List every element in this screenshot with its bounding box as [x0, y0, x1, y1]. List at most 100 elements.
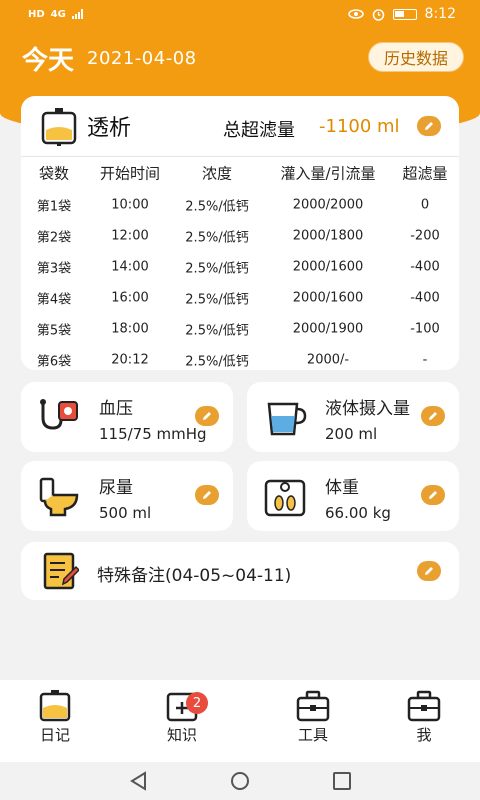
- bag-number: 第3袋: [36, 261, 72, 276]
- hd-indicator: HD: [28, 8, 45, 20]
- clock: 8:12: [424, 6, 456, 22]
- nav-diary-label: 日记: [39, 726, 70, 744]
- bottom-navigation: 日记 2 知识 工具 我: [0, 680, 480, 762]
- back-icon[interactable]: [128, 770, 150, 792]
- fluid-intake-title: 液体摄入量: [325, 399, 410, 419]
- pencil-icon: [429, 412, 437, 420]
- nav-knowledge-label: 知识: [166, 726, 197, 744]
- concentration: 2.5%/低钙: [185, 199, 249, 214]
- urine-edit-button[interactable]: [195, 485, 219, 505]
- history-data-button[interactable]: 历史数据: [368, 42, 464, 72]
- dialysis-table: 袋数 开始时间 浓度 灌入量/引流量 超滤量 第1袋 10:00 2.5%/低钙…: [21, 156, 459, 375]
- table-header-row: 袋数 开始时间 浓度 灌入量/引流量 超滤量: [21, 157, 459, 189]
- bag-number: 第6袋: [36, 354, 72, 369]
- blood-pressure-icon: [40, 399, 78, 430]
- ultrafiltration: -200: [410, 228, 440, 243]
- nav-knowledge[interactable]: 2 知识: [142, 688, 222, 745]
- inflow-outflow: 2000/1600: [292, 259, 364, 274]
- status-bar: HD 4G 8:12: [0, 0, 480, 28]
- current-date: 2021-04-08: [87, 48, 197, 69]
- dialysis-title: 透析: [87, 116, 132, 141]
- inflow-outflow: 2000/1800: [292, 228, 364, 243]
- urine-card[interactable]: 尿量 500 ml: [21, 461, 233, 531]
- blood-pressure-edit-button[interactable]: [195, 406, 219, 426]
- start-time: 10:00: [111, 197, 149, 212]
- pencil-icon: [203, 412, 211, 420]
- special-notes-card[interactable]: 特殊备注(04-05~04-11): [21, 542, 459, 600]
- nav-me-label: 我: [416, 726, 432, 744]
- total-ultrafiltration-label: 总超滤量: [223, 120, 295, 141]
- concentration: 2.5%/低钙: [185, 292, 249, 307]
- status-right: 8:12: [347, 6, 456, 22]
- weight-card[interactable]: 体重 66.00 kg: [247, 461, 459, 531]
- column-header: 灌入量/引流量: [280, 164, 376, 183]
- table-row[interactable]: 第1袋 10:00 2.5%/低钙 2000/2000 0: [21, 189, 459, 220]
- dialysis-edit-button[interactable]: [417, 116, 441, 136]
- start-time: 14:00: [111, 259, 149, 274]
- column-header: 超滤量: [402, 164, 448, 183]
- concentration: 2.5%/低钙: [185, 354, 249, 369]
- notepad-icon: [43, 552, 79, 590]
- table-row[interactable]: 第3袋 14:00 2.5%/低钙 2000/1600 -400: [21, 251, 459, 282]
- inflow-outflow: 2000/1900: [292, 321, 364, 336]
- bag-number: 第2袋: [36, 230, 72, 245]
- table-row[interactable]: 第2袋 12:00 2.5%/低钙 2000/1800 -200: [21, 220, 459, 251]
- ultrafiltration: 0: [420, 197, 430, 212]
- knowledge-badge: 2: [186, 692, 208, 714]
- signal-indicator: 4G: [50, 8, 66, 20]
- toilet-icon: [39, 477, 79, 517]
- table-row[interactable]: 第4袋 16:00 2.5%/低钙 2000/1600 -400: [21, 282, 459, 313]
- start-time: 12:00: [111, 228, 149, 243]
- ultrafiltration: -: [422, 352, 428, 367]
- nav-tools[interactable]: 工具: [273, 688, 353, 745]
- notes-edit-button[interactable]: [417, 561, 441, 581]
- ultrafiltration: -400: [410, 259, 440, 274]
- bag-number: 第1袋: [36, 199, 72, 214]
- bag-number: 第4袋: [36, 292, 72, 307]
- diary-bag-icon: [39, 690, 71, 722]
- fluid-intake-edit-button[interactable]: [421, 406, 445, 426]
- urine-title: 尿量: [99, 478, 133, 498]
- blood-pressure-card[interactable]: 血压 115/75 mmHg: [21, 382, 233, 452]
- alarm-icon: [372, 8, 384, 21]
- fluid-intake-value: 200 ml: [325, 425, 378, 443]
- start-time: 16:00: [111, 290, 149, 305]
- weight-edit-button[interactable]: [421, 485, 445, 505]
- weight-value: 66.00 kg: [325, 504, 391, 522]
- scale-icon: [264, 479, 306, 517]
- cup-icon: [267, 402, 307, 436]
- weight-title: 体重: [325, 478, 359, 498]
- concentration: 2.5%/低钙: [185, 230, 249, 245]
- pencil-icon: [425, 122, 433, 130]
- table-row[interactable]: 第5袋 18:00 2.5%/低钙 2000/1900 -100: [21, 313, 459, 344]
- nav-diary[interactable]: 日记: [15, 688, 95, 745]
- toolbox-icon: [296, 690, 330, 722]
- column-header: 浓度: [201, 164, 233, 183]
- start-time: 18:00: [111, 321, 149, 336]
- pencil-icon: [203, 491, 211, 499]
- home-icon[interactable]: [229, 770, 251, 792]
- bag-number: 第5袋: [36, 323, 72, 338]
- dialysis-bag-icon: [41, 108, 77, 146]
- total-ultrafiltration-value: -1100 ml: [319, 116, 400, 137]
- special-notes-title: 特殊备注(04-05~04-11): [97, 566, 292, 586]
- fluid-intake-card[interactable]: 液体摄入量 200 ml: [247, 382, 459, 452]
- inflow-outflow: 2000/1600: [292, 290, 364, 305]
- column-header: 开始时间: [99, 164, 161, 183]
- profile-briefcase-icon: [407, 690, 441, 722]
- signal-bars-icon: [71, 9, 83, 19]
- nav-me[interactable]: 我: [384, 688, 464, 745]
- blood-pressure-title: 血压: [99, 399, 133, 419]
- pencil-icon: [425, 567, 433, 575]
- inflow-outflow: 2000/-: [306, 352, 350, 367]
- ultrafiltration: -100: [410, 321, 440, 336]
- system-navigation-bar: [0, 762, 480, 800]
- recent-apps-icon[interactable]: [331, 770, 353, 792]
- column-header: 袋数: [38, 164, 70, 183]
- dialysis-card: 透析 总超滤量 -1100 ml 袋数 开始时间 浓度 灌入量/引流量 超滤量 …: [21, 96, 459, 370]
- eye-icon: [347, 9, 364, 19]
- nav-tools-label: 工具: [297, 726, 328, 744]
- network-indicators: HD 4G: [28, 9, 86, 20]
- inflow-outflow: 2000/2000: [292, 197, 364, 212]
- table-row[interactable]: 第6袋 20:12 2.5%/低钙 2000/- -: [21, 344, 459, 375]
